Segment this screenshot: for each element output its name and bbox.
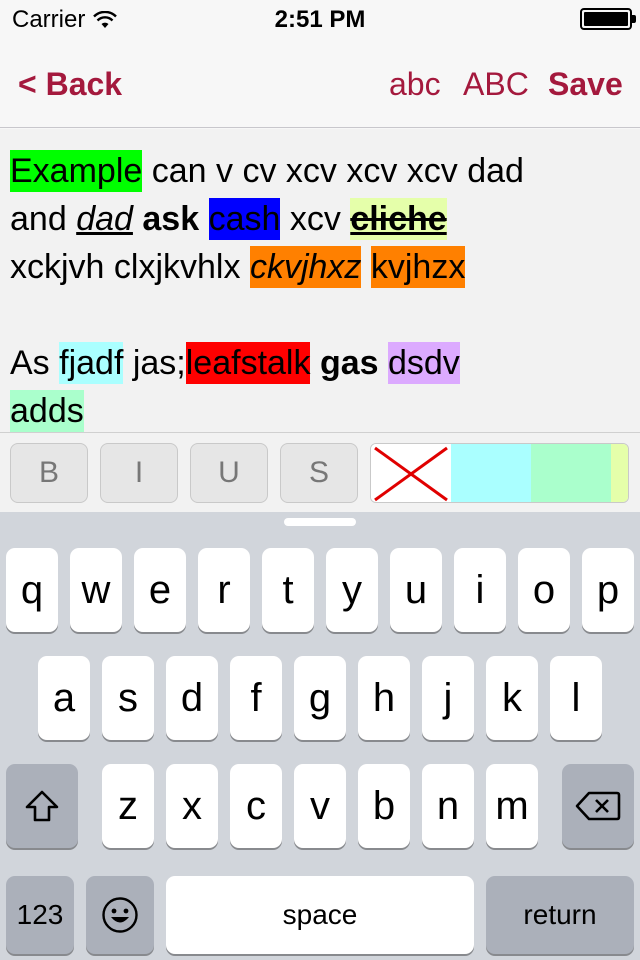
keyboard-handle[interactable] [284, 518, 356, 526]
key-f[interactable]: f [230, 656, 282, 740]
battery-icon [580, 8, 636, 30]
bold-word: ask [142, 200, 200, 238]
numbers-key[interactable]: 123 [6, 876, 74, 954]
no-color-swatch[interactable] [371, 444, 451, 502]
key-z[interactable]: z [102, 764, 154, 848]
key-d[interactable]: d [166, 656, 218, 740]
editor-text: As [10, 344, 60, 382]
emoji-key[interactable] [86, 876, 154, 954]
highlight-color-picker[interactable] [370, 443, 629, 503]
cyan-swatch[interactable] [451, 444, 531, 502]
highlighted-word: cash [208, 198, 281, 240]
bold-strikethrough-word: cliche [350, 198, 447, 240]
underline-button[interactable]: U [190, 443, 268, 503]
backspace-key[interactable] [562, 764, 634, 848]
highlighted-word: kvjhzx [370, 246, 466, 288]
editor-line: As fjadf jas;leafstalk gas dsdv [10, 339, 630, 387]
clear-color-icon [374, 446, 448, 502]
italic-underlined-word: dad [76, 200, 133, 238]
highlighted-word: fjadf [59, 342, 124, 384]
key-l[interactable]: l [550, 656, 602, 740]
key-m[interactable]: m [486, 764, 538, 848]
shift-key[interactable] [6, 764, 78, 848]
key-e[interactable]: e [134, 548, 186, 632]
key-g[interactable]: g [294, 656, 346, 740]
navigation-bar: < Back abc ABC Save [0, 40, 640, 128]
key-q[interactable]: q [6, 548, 58, 632]
editor-line: xckjvh clxjkvhlx ckvjhxz kvjhzx [10, 243, 630, 291]
italic-button[interactable]: I [100, 443, 178, 503]
key-u[interactable]: u [390, 548, 442, 632]
battery-level [584, 12, 628, 26]
space-key[interactable]: space [166, 876, 474, 954]
status-bar: Carrier 2:51 PM [0, 0, 640, 40]
highlighted-word: dsdv [387, 342, 460, 384]
editor-blank-line [10, 291, 630, 339]
editor-text: xckjvh clxjkvhlx [10, 248, 250, 286]
key-w[interactable]: w [70, 548, 122, 632]
emoji-icon [102, 897, 138, 933]
strikethrough-button[interactable]: S [280, 443, 358, 503]
shift-icon [25, 790, 59, 822]
key-r[interactable]: r [198, 548, 250, 632]
key-a[interactable]: a [38, 656, 90, 740]
highlighted-word: Example [10, 150, 143, 192]
status-time: 2:51 PM [274, 6, 366, 33]
return-key[interactable]: return [486, 876, 634, 954]
editor-text: can v cv xcv xcv xcv dad [142, 152, 524, 190]
key-h[interactable]: h [358, 656, 410, 740]
backspace-icon [575, 791, 621, 821]
key-v[interactable]: v [294, 764, 346, 848]
editor-text: and [10, 200, 77, 238]
editor-line: adds [10, 387, 630, 432]
back-button[interactable]: < Back [18, 66, 122, 103]
key-y[interactable]: y [326, 548, 378, 632]
key-t[interactable]: t [262, 548, 314, 632]
editor-line: and dad ask cash xcv cliche [10, 195, 630, 243]
highlighted-word: adds [10, 390, 84, 432]
editor-text: jas; [123, 344, 186, 382]
highlighted-word: ckvjhxz [249, 246, 362, 288]
uppercase-button[interactable]: ABC [463, 66, 529, 103]
key-k[interactable]: k [486, 656, 538, 740]
text-editor[interactable]: Example can v cv xcv xcv xcv dad and dad… [0, 129, 640, 432]
editor-line: Example can v cv xcv xcv xcv dad [10, 147, 630, 195]
key-n[interactable]: n [422, 764, 474, 848]
key-x[interactable]: x [166, 764, 218, 848]
save-button[interactable]: Save [548, 66, 623, 103]
key-c[interactable]: c [230, 764, 282, 848]
key-b[interactable]: b [358, 764, 410, 848]
key-i[interactable]: i [454, 548, 506, 632]
bold-word: gas [319, 344, 379, 382]
mint-swatch[interactable] [531, 444, 611, 502]
key-o[interactable]: o [518, 548, 570, 632]
key-j[interactable]: j [422, 656, 474, 740]
keyboard: q w e r t y u i o p a s d f g h j k l z … [0, 512, 640, 960]
key-p[interactable]: p [582, 548, 634, 632]
bold-button[interactable]: B [10, 443, 88, 503]
lime-swatch[interactable] [611, 444, 628, 502]
lowercase-button[interactable]: abc [389, 66, 441, 103]
editor-text: xcv [280, 200, 351, 238]
highlighted-word: leafstalk [185, 342, 311, 384]
key-s[interactable]: s [102, 656, 154, 740]
format-toolbar: B I U S [0, 432, 640, 512]
